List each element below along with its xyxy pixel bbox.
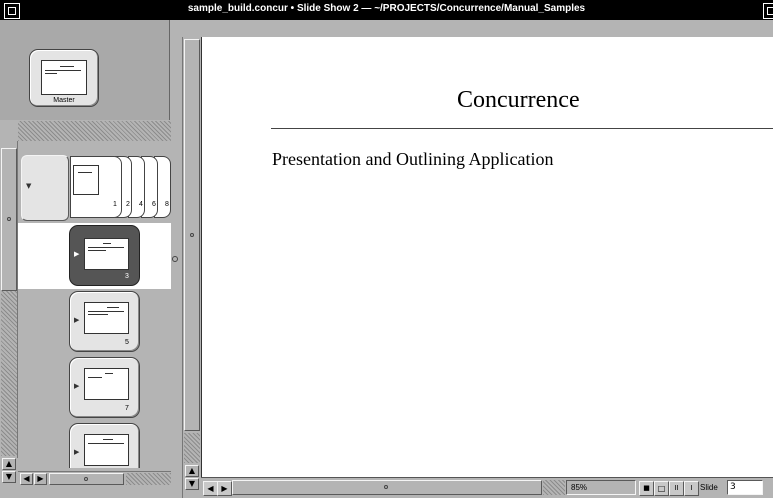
view-outline-button[interactable]: II (669, 481, 684, 496)
group-first-slide[interactable] (70, 156, 122, 218)
slide-thumbnail (84, 238, 129, 270)
canvas-scroll-left-button[interactable]: ◀ (203, 481, 218, 496)
vscroll-grip-icon (190, 233, 194, 237)
canvas-hscroll-thumb[interactable] (232, 480, 542, 495)
hscroll-thumb[interactable] (49, 473, 124, 485)
slide-thumbnail (84, 302, 129, 334)
master-slide-thumbnail (41, 60, 87, 95)
window-titlebar[interactable]: sample_build.concur • Slide Show 2 — ~/P… (0, 0, 773, 20)
slide-number: 3 (125, 273, 129, 280)
group-slide-number: 1 (113, 201, 117, 208)
slide-number: 5 (125, 339, 129, 346)
window-zoom-button[interactable] (763, 3, 773, 19)
selected-slide-card[interactable]: ▶ 3 (69, 225, 140, 286)
zoom-icon (767, 7, 773, 15)
slide-title-rule (271, 128, 773, 129)
filmstrip-scroll-buttons: ▲ ▼ (0, 458, 18, 498)
filmstrip-scroll-track[interactable] (1, 291, 17, 456)
scroll-up-button[interactable]: ▲ (2, 458, 16, 470)
slide-number: 7 (125, 405, 129, 412)
filmstrip-resize-knob-icon[interactable] (172, 256, 178, 262)
slide-thumbnail (84, 368, 129, 400)
canvas-scroll-down-button[interactable]: ▼ (185, 478, 199, 490)
zoom-slider-icon[interactable]: ■ (639, 481, 654, 496)
slide-play-triangle-icon: ▶ (74, 382, 80, 390)
slide-play-triangle-icon: ▶ (74, 316, 80, 324)
status-bar: ◀ ▶ 85% ■ □ II I Slide 3 (201, 477, 773, 498)
zoom-value: 85% (571, 483, 588, 492)
slide-title[interactable]: Concurrence (457, 87, 580, 114)
canvas-hscroll-grip-icon (384, 485, 388, 489)
canvas-vscroll-track[interactable] (184, 433, 200, 463)
slide-card[interactable]: ▶ 5 (69, 291, 140, 352)
expand-triangle-icon: ▼ (26, 182, 32, 190)
group-collapse-card[interactable]: ▼ (21, 155, 69, 221)
window-title: sample_build.concur • Slide Show 2 — ~/P… (187, 3, 586, 14)
slide-card[interactable]: ▶ 7 (69, 357, 140, 418)
slide-play-triangle-icon: ▶ (74, 250, 80, 258)
slide-subtitle[interactable]: Presentation and Outlining Application (272, 149, 553, 170)
view-notes-button[interactable]: I (684, 481, 699, 496)
slide-play-triangle-icon: ▶ (74, 448, 80, 456)
filmstrip-slide-row[interactable]: ▶ 7 (18, 355, 171, 421)
filmstrip-scroll-thumb[interactable] (1, 148, 17, 291)
canvas-scroll-up-button[interactable]: ▲ (185, 465, 199, 477)
scroll-left-button[interactable]: ◀ (20, 473, 33, 485)
filmstrip-slide-row[interactable]: ▶ 5 (18, 289, 171, 355)
group-slide-number: 4 (139, 201, 143, 208)
filmstrip-slide-row-selected[interactable]: ▶ 3 (18, 223, 171, 289)
slide-canvas[interactable]: Concurrence Presentation and Outlining A… (201, 37, 773, 477)
master-panel: Master (0, 20, 170, 120)
group-slide-number: 2 (126, 201, 130, 208)
scroll-down-button[interactable]: ▼ (2, 471, 16, 483)
filmstrip-slide-row[interactable]: ▶ (18, 421, 171, 468)
group-slide-number: 6 (152, 201, 156, 208)
filmstrip-scrollbar[interactable] (0, 141, 18, 498)
canvas-vscroll-thumb[interactable] (184, 39, 200, 431)
canvas-vscrollbar[interactable]: ▲ ▼ (182, 37, 201, 498)
zoom-field[interactable]: 85% (566, 480, 636, 495)
slide-filmstrip: ▼ 1 2 4 6 8 ▶ 3 ▶ 5 ▶ 7 ▶ (18, 148, 171, 468)
canvas-hscroll-track[interactable] (543, 480, 565, 495)
master-divider (18, 121, 171, 141)
slide-number-label: Slide (700, 483, 718, 492)
filmstrip-group-row[interactable]: ▼ 1 2 4 6 8 (18, 153, 171, 223)
slide-thumbnail (84, 434, 129, 466)
master-slide-card[interactable]: Master (29, 49, 99, 107)
canvas-scroll-right-button[interactable]: ▶ (217, 481, 232, 496)
hscroll-track[interactable] (126, 473, 171, 485)
scroll-right-button[interactable]: ▶ (34, 473, 47, 485)
filmstrip-hscrollbar[interactable]: ◀ ▶ (18, 471, 171, 485)
view-slide-button[interactable]: □ (654, 481, 669, 496)
slide-number-input[interactable]: 3 (727, 480, 763, 495)
scroll-thumb-grip-icon (7, 217, 11, 221)
master-label: Master (53, 97, 75, 104)
slide-card[interactable]: ▶ (69, 423, 140, 468)
group-slide-number: 8 (165, 201, 169, 208)
hscroll-grip-icon (84, 477, 88, 481)
